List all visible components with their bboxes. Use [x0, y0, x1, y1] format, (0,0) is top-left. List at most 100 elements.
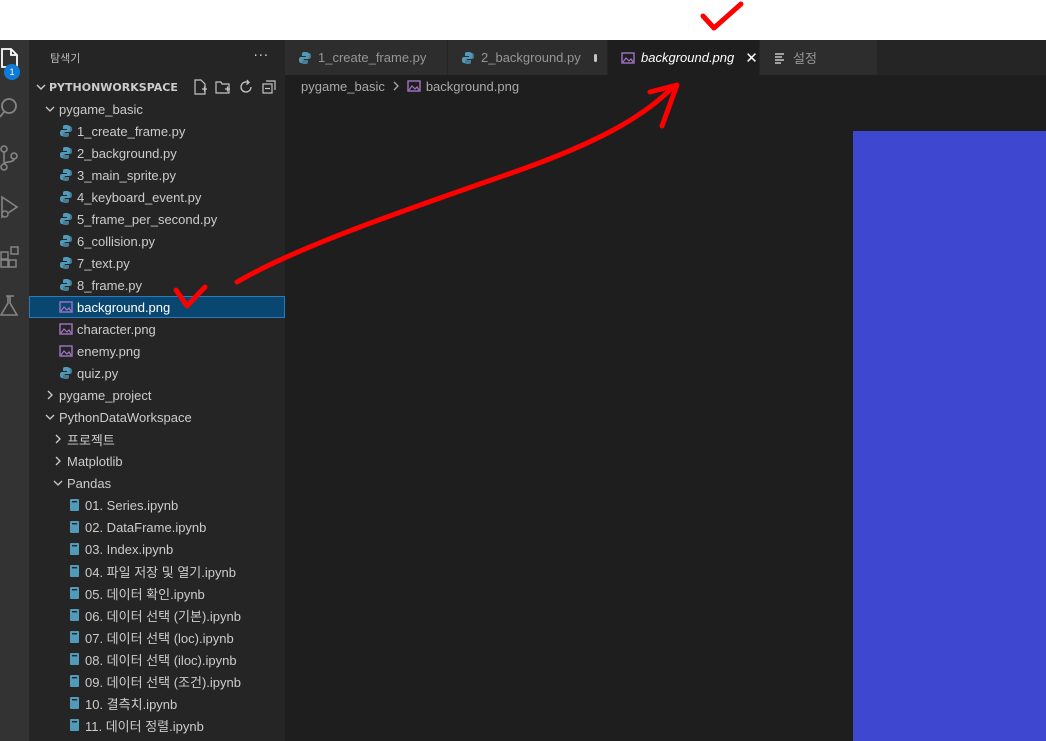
tree-file[interactable]: 2_background.py [29, 142, 285, 164]
notebook-icon [67, 520, 81, 534]
python-icon [59, 168, 73, 182]
source-control-icon[interactable] [0, 143, 29, 173]
tree-item-label: quiz.py [77, 365, 119, 381]
tree-file[interactable]: 7_text.py [29, 252, 285, 274]
new-file-icon[interactable] [192, 79, 208, 95]
tab-settings[interactable]: 설정 [760, 40, 878, 75]
python-icon [59, 146, 73, 160]
background-image-preview [853, 131, 1046, 741]
tree-folder[interactable]: pygame_project [29, 384, 285, 406]
tree-file[interactable]: 06. 데이터 선택 (기본).ipynb [29, 604, 285, 626]
notebook-icon [67, 718, 81, 732]
tree-item-label: 3_main_sprite.py [77, 167, 176, 183]
tree-file[interactable]: 1_create_frame.py [29, 120, 285, 142]
python-icon [59, 190, 73, 204]
workspace-title: PYTHONWORKSPACE [49, 80, 178, 94]
refresh-icon[interactable] [238, 79, 254, 95]
tree-file[interactable]: enemy.png [29, 340, 285, 362]
more-actions-icon[interactable]: ··· [254, 49, 269, 64]
tree-file[interactable]: 11. 데이터 정렬.ipynb [29, 714, 285, 736]
breadcrumb-folder[interactable]: pygame_basic [301, 79, 385, 94]
chevron-down-icon [51, 477, 65, 489]
activity-bar: 1 [0, 40, 29, 741]
tree-file[interactable]: 01. Series.ipynb [29, 494, 285, 516]
notebook-icon [67, 652, 81, 666]
run-debug-icon[interactable] [0, 192, 29, 222]
tree-item-label: 07. 데이터 선택 (loc).ipynb [85, 630, 234, 646]
tree-item-label: 05. 데이터 확인.ipynb [85, 586, 205, 602]
tree-item-label: 02. DataFrame.ipynb [85, 519, 207, 535]
tree-item-label: 5_frame_per_second.py [77, 211, 218, 227]
tree-item-label: pygame_basic [59, 101, 143, 117]
tab-2-background[interactable]: 2_background.py [448, 40, 608, 75]
tree-file[interactable]: 10. 결측치.ipynb [29, 692, 285, 714]
tree-folder[interactable]: Pandas [29, 472, 285, 494]
tree-item-label: background.png [77, 299, 171, 315]
chevron-down-icon [43, 411, 57, 423]
tree-file[interactable]: 07. 데이터 선택 (loc).ipynb [29, 626, 285, 648]
tree-item-label: 03. Index.ipynb [85, 541, 174, 557]
tree-folder[interactable]: PythonDataWorkspace [29, 406, 285, 428]
notebook-icon [67, 564, 81, 578]
tree-file[interactable]: quiz.py [29, 362, 285, 384]
tree-file[interactable]: 05. 데이터 확인.ipynb [29, 582, 285, 604]
explorer-sidebar: 탐색기 ··· PYTHONWORKSPACE pygame_basic 1_cr… [29, 40, 285, 741]
tree-item-label: enemy.png [77, 343, 141, 359]
tree-file[interactable]: 04. 파일 저장 및 열기.ipynb [29, 560, 285, 582]
image-icon [59, 344, 73, 358]
tree-file[interactable]: background.png [29, 296, 285, 318]
tree-file[interactable]: 5_frame_per_second.py [29, 208, 285, 230]
tree-item-label: Matplotlib [67, 453, 123, 469]
breadcrumb: pygame_basic background.png [285, 75, 1046, 97]
tree-item-label: 10. 결측치.ipynb [85, 696, 178, 712]
tab-label: 1_create_frame.py [318, 50, 427, 65]
workspace-section-header[interactable]: PYTHONWORKSPACE [29, 76, 285, 98]
python-icon [461, 51, 475, 65]
collapse-all-icon[interactable] [261, 79, 277, 95]
tab-label: 2_background.py [481, 50, 581, 65]
image-icon [59, 322, 73, 336]
chevron-right-icon [43, 389, 57, 401]
image-editor [285, 97, 1046, 741]
close-icon[interactable]: ✕ [745, 49, 758, 67]
image-icon [407, 79, 421, 93]
notebook-icon [67, 696, 81, 710]
notebook-icon [67, 674, 81, 688]
tree-item-label: character.png [77, 321, 156, 337]
tree-file[interactable]: 08. 데이터 선택 (iloc).ipynb [29, 648, 285, 670]
python-icon [59, 234, 73, 248]
tree-item-label: 6_collision.py [77, 233, 156, 249]
chevron-down-icon [43, 103, 57, 115]
notebook-icon [67, 630, 81, 644]
tree-item-label: 04. 파일 저장 및 열기.ipynb [85, 564, 236, 580]
tab-1-create-frame[interactable]: 1_create_frame.py [285, 40, 448, 75]
extensions-icon[interactable] [0, 241, 29, 271]
tree-folder[interactable]: 프로젝트 [29, 428, 285, 450]
new-folder-icon[interactable] [215, 79, 231, 95]
tree-folder[interactable]: Matplotlib [29, 450, 285, 472]
top-margin [0, 0, 1046, 40]
search-icon[interactable] [0, 93, 29, 123]
tab-label: background.png [641, 50, 735, 65]
unsaved-dot-icon[interactable] [593, 53, 597, 62]
tree-folder[interactable]: pygame_basic [29, 98, 285, 120]
tree-file[interactable]: character.png [29, 318, 285, 340]
chevron-right-icon [51, 433, 65, 445]
tree-file[interactable]: 6_collision.py [29, 230, 285, 252]
tree-file[interactable]: 03. Index.ipynb [29, 538, 285, 560]
explorer-badge: 1 [4, 64, 20, 80]
tree-file[interactable]: 3_main_sprite.py [29, 164, 285, 186]
tree-file[interactable]: 8_frame.py [29, 274, 285, 296]
tree-item-label: 프로젝트 [67, 432, 115, 448]
tree-file[interactable]: 09. 데이터 선택 (조건).ipynb [29, 670, 285, 692]
testing-flask-icon[interactable] [0, 291, 29, 321]
tree-file[interactable]: 02. DataFrame.ipynb [29, 516, 285, 538]
tree-item-label: 09. 데이터 선택 (조건).ipynb [85, 674, 241, 690]
chevron-right-icon [51, 455, 65, 467]
tab-label: 설정 [793, 51, 817, 66]
tree-file[interactable]: 4_keyboard_event.py [29, 186, 285, 208]
notebook-icon [67, 498, 81, 512]
tree-item-label: Pandas [67, 475, 112, 491]
tab-background-png[interactable]: background.png ✕ [608, 40, 760, 75]
breadcrumb-file[interactable]: background.png [426, 79, 519, 94]
